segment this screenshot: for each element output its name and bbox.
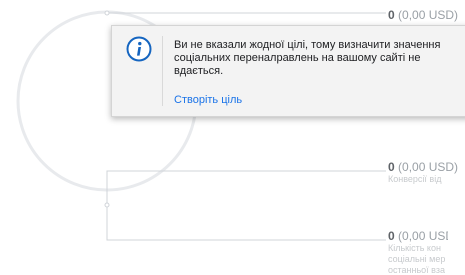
metric-total-value: 0 (0,00 USD) xyxy=(388,8,465,22)
social-value-panel: 0 (0,00 USD) 0 (0,00 USD) Конверсії від … xyxy=(0,0,465,275)
info-icon xyxy=(126,36,152,62)
no-goals-notice: Ви не вказали жодної цілі, тому визначит… xyxy=(111,25,465,117)
notice-divider xyxy=(162,36,163,106)
metric-conversions-value: 0 (0,00 USD) xyxy=(388,160,465,174)
metric-conversions: 0 (0,00 USD) Конверсії від xyxy=(388,160,465,185)
branch-connector-dot xyxy=(104,202,110,208)
metric-conversions-description: Конверсії від xyxy=(388,174,442,184)
metric-assisted-amount: (0,00 USD) xyxy=(398,229,448,243)
branch-connector-lines xyxy=(106,170,386,241)
notice-message: Ви не вказали жодної цілі, тому визначит… xyxy=(174,39,441,77)
metric-total-count: 0 xyxy=(388,8,395,22)
metric-assisted-count: 0 xyxy=(388,229,395,243)
metric-assisted: 0 (0,00 USD) Кількість кон соціальні мер… xyxy=(388,229,448,275)
metric-total-amount: (0,00 USD) xyxy=(398,8,459,22)
top-connector-dot xyxy=(104,10,110,16)
metric-total: 0 (0,00 USD) xyxy=(388,8,465,22)
metric-conversions-amount: (0,00 USD) xyxy=(398,160,459,174)
metric-assisted-value: 0 (0,00 USD) xyxy=(388,229,448,243)
metric-assisted-description: Кількість кон соціальні мер останньої вз… xyxy=(388,243,446,275)
create-goal-link[interactable]: Створіть ціль xyxy=(174,94,242,107)
metric-conversions-count: 0 xyxy=(388,160,395,174)
